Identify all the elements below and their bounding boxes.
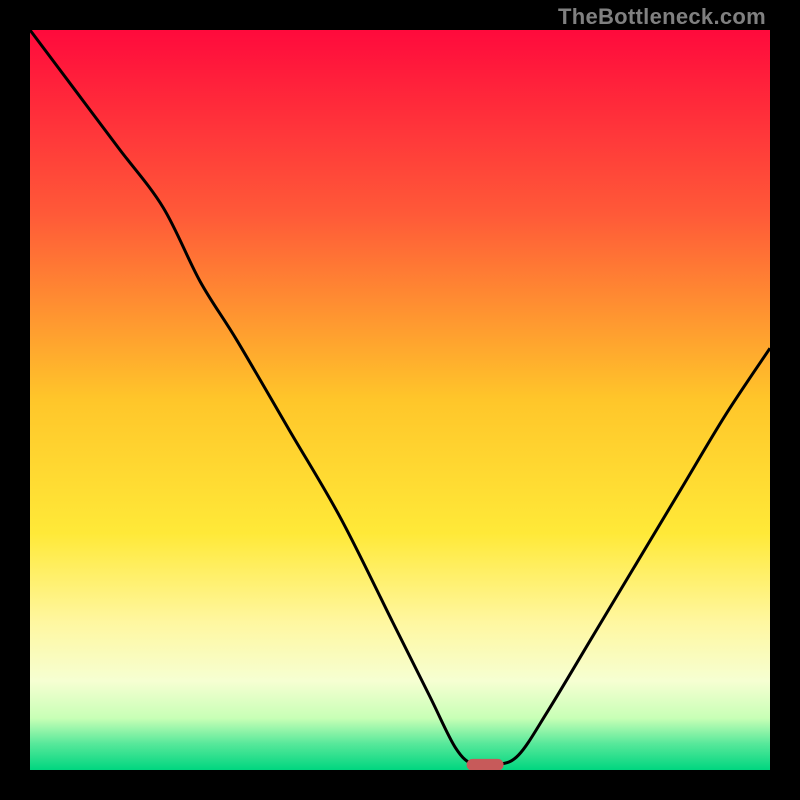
watermark-text: TheBottleneck.com [558, 4, 766, 30]
optimum-marker [467, 759, 504, 770]
gradient-background [30, 30, 770, 770]
chart-frame: TheBottleneck.com [0, 0, 800, 800]
plot-area [30, 30, 770, 770]
chart-svg [30, 30, 770, 770]
